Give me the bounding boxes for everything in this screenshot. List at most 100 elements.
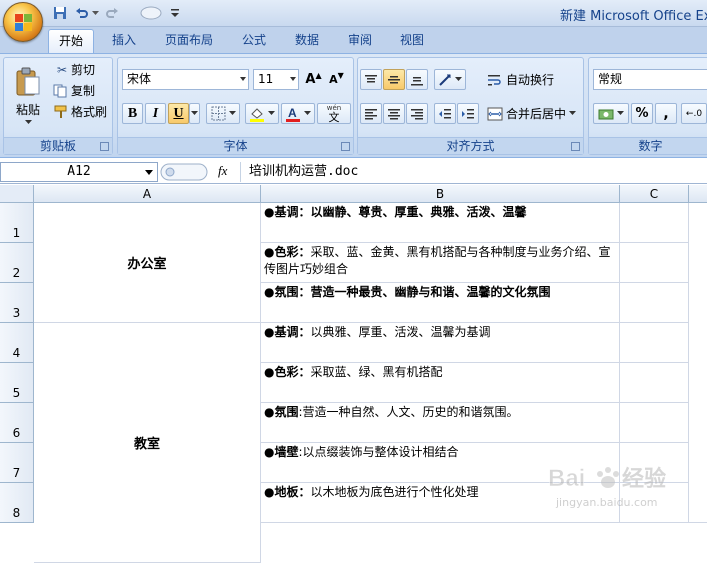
merge-center-button[interactable]: 合并后居中 bbox=[486, 103, 581, 124]
font-size-combo[interactable]: 11 bbox=[253, 69, 299, 90]
comma-style-button[interactable]: , bbox=[655, 103, 677, 124]
paste-button[interactable]: 粘贴 bbox=[8, 60, 48, 132]
cut-button[interactable]: ✂ 剪切 bbox=[52, 60, 110, 79]
wrap-text-button[interactable]: 自动换行 bbox=[486, 69, 581, 90]
format-painter-button[interactable]: 格式刷 bbox=[52, 102, 110, 121]
row-header-5[interactable]: 5 bbox=[0, 363, 34, 403]
select-all-corner[interactable] bbox=[0, 185, 34, 203]
align-top-icon[interactable] bbox=[360, 69, 382, 90]
row-header-3[interactable]: 3 bbox=[0, 283, 34, 323]
column-header-b[interactable]: B bbox=[261, 185, 620, 203]
cell-b5[interactable]: ●色彩：采取蓝、绿、黑有机搭配 bbox=[261, 363, 620, 403]
name-box-dropdown-icon[interactable] bbox=[145, 170, 153, 175]
cell-c3[interactable] bbox=[620, 283, 689, 323]
formula-input[interactable]: 培训机构运营.doc bbox=[240, 162, 707, 182]
cell-c2[interactable] bbox=[620, 243, 689, 283]
alignment-group-label: 对齐方式 bbox=[358, 137, 583, 154]
cell-b1[interactable]: ●基调：以幽静、尊贵、厚重、典雅、活泼、温馨 bbox=[261, 203, 620, 243]
cell-b3-key: ●氛围： bbox=[264, 285, 311, 299]
watermark-url: jingyan.baidu.com bbox=[556, 496, 658, 509]
borders-icon bbox=[211, 106, 225, 121]
copy-button[interactable]: 复制 bbox=[52, 81, 110, 100]
save-icon[interactable] bbox=[50, 4, 70, 22]
tab-review[interactable]: 审阅 bbox=[338, 29, 382, 53]
tab-formulas[interactable]: 公式 bbox=[232, 29, 276, 53]
quick-access-button[interactable] bbox=[138, 4, 164, 22]
tab-data[interactable]: 数据 bbox=[285, 29, 329, 53]
wrap-text-label: 自动换行 bbox=[506, 73, 555, 87]
cell-b6[interactable]: ●氛围:营造一种自然、人文、历史的和谐氛围。 bbox=[261, 403, 620, 443]
undo-icon[interactable] bbox=[72, 4, 92, 22]
column-header-c[interactable]: C bbox=[620, 185, 689, 203]
clipboard-launcher-icon[interactable] bbox=[100, 142, 109, 151]
align-bottom-icon[interactable] bbox=[406, 69, 428, 90]
formula-bar-toggle-icon[interactable] bbox=[160, 163, 210, 181]
font-name-value: 宋体 bbox=[127, 72, 152, 86]
percent-label: % bbox=[635, 106, 649, 121]
fill-color-button[interactable] bbox=[245, 103, 279, 124]
cell-b1-key: ●基调： bbox=[264, 205, 311, 219]
row-header-1[interactable]: 1 bbox=[0, 203, 34, 243]
formula-controls: fx bbox=[160, 162, 238, 182]
clipboard-group: 粘贴 ✂ 剪切 复制 格式刷 剪贴板 bbox=[3, 57, 113, 155]
cell-a1-merged[interactable]: 办公室 bbox=[34, 203, 261, 323]
grow-font-icon[interactable]: A ▲ bbox=[303, 69, 324, 90]
customize-toolbar-icon[interactable] bbox=[168, 4, 182, 22]
cell-b2-key: ●色彩： bbox=[264, 245, 311, 259]
align-left-icon[interactable] bbox=[360, 103, 382, 124]
undo-dropdown-icon[interactable] bbox=[90, 4, 100, 22]
cell-c6[interactable] bbox=[620, 403, 689, 443]
cell-c1[interactable] bbox=[620, 203, 689, 243]
cell-b3[interactable]: ●氛围：营造一种最贵、幽静与和谐、温馨的文化氛围 bbox=[261, 283, 620, 323]
row-header-4[interactable]: 4 bbox=[0, 323, 34, 363]
bold-button[interactable]: B bbox=[122, 103, 143, 124]
row-header-6[interactable]: 6 bbox=[0, 403, 34, 443]
number-format-combo[interactable]: 常规 bbox=[593, 69, 707, 90]
office-button[interactable] bbox=[3, 2, 43, 42]
percent-style-button[interactable]: % bbox=[631, 103, 653, 124]
cell-c5[interactable] bbox=[620, 363, 689, 403]
column-header-d[interactable] bbox=[689, 185, 707, 203]
merge-center-label: 合并后居中 bbox=[506, 107, 567, 121]
cell-a4-merged[interactable]: 教室 bbox=[34, 323, 261, 563]
orientation-button[interactable] bbox=[434, 69, 466, 90]
accounting-format-button[interactable] bbox=[593, 103, 629, 124]
increase-decimal-icon[interactable]: ←.0 bbox=[681, 103, 707, 124]
tab-page-layout[interactable]: 页面布局 bbox=[155, 29, 223, 53]
cell-b4[interactable]: ●基调：以典雅、厚重、活泼、温馨为基调 bbox=[261, 323, 620, 363]
copy-label: 复制 bbox=[71, 84, 96, 98]
cell-b7-text: :以点缀装饰与整体设计相结合 bbox=[298, 445, 459, 459]
phonetic-guide-button[interactable]: wén 文 bbox=[317, 103, 351, 124]
borders-button[interactable] bbox=[206, 103, 240, 124]
svg-text:经验: 经验 bbox=[622, 466, 666, 491]
cell-b1-text: 以幽静、尊贵、厚重、典雅、活泼、温馨 bbox=[310, 205, 527, 219]
align-middle-icon[interactable] bbox=[383, 69, 405, 90]
tab-insert[interactable]: 插入 bbox=[102, 29, 146, 53]
cell-b6-key: ●氛围 bbox=[264, 405, 299, 419]
italic-button[interactable]: I bbox=[145, 103, 166, 124]
name-box[interactable]: A12 bbox=[0, 162, 158, 182]
font-launcher-icon[interactable] bbox=[341, 142, 350, 151]
increase-indent-icon[interactable] bbox=[457, 103, 479, 124]
row-header-8[interactable]: 8 bbox=[0, 483, 34, 523]
font-color-button[interactable]: A bbox=[281, 103, 315, 124]
redo-icon[interactable] bbox=[102, 4, 122, 22]
underline-button[interactable]: U bbox=[168, 103, 189, 124]
alignment-launcher-icon[interactable] bbox=[571, 142, 580, 151]
paste-label: 粘贴 bbox=[15, 103, 40, 117]
font-name-combo[interactable]: 宋体 bbox=[122, 69, 249, 90]
tab-view[interactable]: 视图 bbox=[390, 29, 434, 53]
decrease-indent-icon[interactable] bbox=[434, 103, 456, 124]
cell-c4[interactable] bbox=[620, 323, 689, 363]
column-header-a[interactable]: A bbox=[34, 185, 261, 203]
shrink-font-icon[interactable]: A ▼ bbox=[326, 69, 347, 90]
underline-dropdown-icon[interactable] bbox=[189, 103, 200, 124]
row-header-2[interactable]: 2 bbox=[0, 243, 34, 283]
font-color-icon: A bbox=[286, 106, 300, 122]
row-header-7[interactable]: 7 bbox=[0, 443, 34, 483]
insert-function-icon[interactable]: fx bbox=[218, 163, 227, 179]
align-right-icon[interactable] bbox=[406, 103, 428, 124]
align-center-icon[interactable] bbox=[383, 103, 405, 124]
cell-b2[interactable]: ●色彩：采取、蓝、金黄、黑有机搭配与各种制度与业务介绍、宣传图片巧妙组合 bbox=[261, 243, 620, 283]
tab-home[interactable]: 开始 bbox=[48, 29, 95, 53]
